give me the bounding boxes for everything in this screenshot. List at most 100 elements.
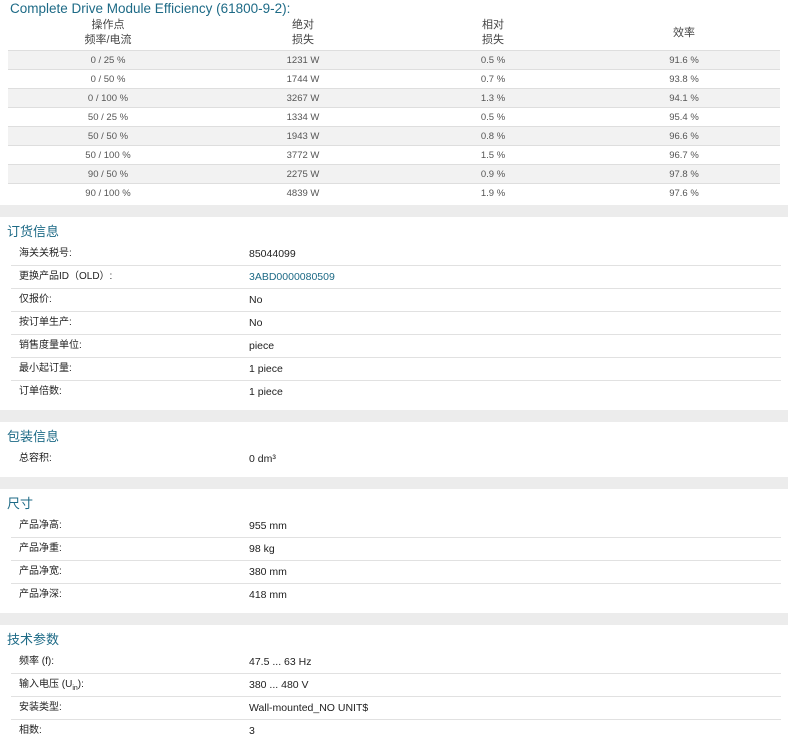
attr-row-phases: 相数: 3 (11, 720, 781, 742)
cell: 1744 W (208, 69, 398, 89)
attr-row-total-volume: 总容积: 0 dm³ (11, 448, 781, 470)
cell: 1.9 % (398, 183, 588, 202)
cell: 0 / 50 % (8, 69, 208, 89)
attr-row-frequency: 频率 (f): 47.5 ... 63 Hz (11, 651, 781, 674)
attr-row-sales-unit: 销售度量单位: piece (11, 335, 781, 358)
section-divider (0, 477, 788, 489)
attr-row-net-depth: 产品净深: 418 mm (11, 584, 781, 606)
attr-row-net-weight: 产品净重: 98 kg (11, 538, 781, 561)
efficiency-header-row: 操作点 频率/电流 绝对 损失 相对 损失 效率 (8, 16, 780, 51)
cell: 0 / 100 % (8, 88, 208, 108)
cell: 4839 W (208, 183, 398, 202)
attr-row-input-voltage: 输入电压 (Uin): 380 ... 480 V (11, 674, 781, 697)
attr-key: 最小起订量: (19, 363, 72, 374)
attr-row-quote-only: 仅报价: No (11, 289, 781, 312)
efficiency-section: Complete Drive Module Efficiency (61800-… (0, 0, 788, 205)
attr-key: 频率 (f): (19, 656, 54, 667)
table-row: 50 / 100 % 3772 W 1.5 % 96.7 % (8, 145, 780, 165)
attr-row-min-order: 最小起订量: 1 piece (11, 358, 781, 381)
attr-key: 总容积: (19, 453, 52, 464)
header-relative-loss: 相对 损失 (482, 19, 504, 46)
attr-row-net-width: 产品净宽: 380 mm (11, 561, 781, 584)
section-title-packaging: 包装信息 (7, 429, 60, 444)
table-row: 50 / 50 % 1943 W 0.8 % 96.6 % (8, 126, 780, 146)
table-row: 0 / 25 % 1231 W 0.5 % 91.6 % (8, 50, 780, 70)
cell: 1231 W (208, 50, 398, 70)
cell: 1943 W (208, 126, 398, 146)
cell: 2275 W (208, 164, 398, 184)
cell: 0.8 % (398, 126, 588, 146)
attr-value: 1 piece (249, 363, 283, 375)
efficiency-table: 操作点 频率/电流 绝对 损失 相对 损失 效率 0 / 25 % 1231 W 0.5 … (8, 16, 780, 202)
cell: 97.6 % (588, 183, 780, 202)
section-divider (0, 205, 788, 217)
attr-key: 产品净重: (19, 543, 62, 554)
attr-value: 955 mm (249, 520, 287, 532)
attr-key: 产品净深: (19, 589, 62, 600)
attr-row-mounting-type: 安装类型: Wall-mounted_NO UNIT$ (11, 697, 781, 720)
cell: 90 / 100 % (8, 183, 208, 202)
attr-value: Wall-mounted_NO UNIT$ (249, 702, 369, 714)
section-divider (0, 613, 788, 625)
table-row: 50 / 25 % 1334 W 0.5 % 95.4 % (8, 107, 780, 127)
cell: 96.6 % (588, 126, 780, 146)
dimensions-section: 尺寸 产品净高: 955 mm 产品净重: 98 kg 产品净宽: 380 mm 产品… (0, 493, 788, 606)
attr-key: 海关关税号: (19, 248, 72, 259)
efficiency-title: Complete Drive Module Efficiency (61800-… (10, 1, 291, 16)
cell: 90 / 50 % (8, 164, 208, 184)
header-efficiency: 效率 (673, 26, 695, 39)
cell: 94.1 % (588, 88, 780, 108)
technical-section: 技术参数 频率 (f): 47.5 ... 63 Hz 输入电压 (Uin): 38… (0, 629, 788, 742)
attr-value: piece (249, 340, 275, 352)
cell: 0.5 % (398, 50, 588, 70)
cell: 50 / 50 % (8, 126, 208, 146)
ordering-section: 订货信息 海关关税号: 85044099 更换产品ID（OLD）: 3ABD0000… (0, 221, 788, 403)
header-absolute-loss: 绝对 损失 (292, 19, 314, 46)
attr-value: 3 (249, 725, 255, 737)
attr-key: 订单倍数: (19, 386, 62, 397)
attr-key: 安装类型: (19, 702, 62, 713)
cell: 1.5 % (398, 145, 588, 165)
packaging-section: 包装信息 总容积: 0 dm³ (0, 426, 788, 470)
attr-row-replacement-id: 更换产品ID（OLD）: 3ABD0000080509 (11, 266, 781, 289)
table-row: 0 / 100 % 3267 W 1.3 % 94.1 % (8, 88, 780, 108)
cell: 0.9 % (398, 164, 588, 184)
attr-key: 相数: (19, 725, 42, 736)
cell: 95.4 % (588, 107, 780, 127)
attr-value: 98 kg (249, 543, 275, 555)
section-title-technical: 技术参数 (7, 632, 60, 647)
attr-value: No (249, 294, 263, 306)
header-operating-point: 操作点 频率/电流 (84, 19, 132, 46)
attr-value: 418 mm (249, 589, 287, 601)
attr-row-net-height: 产品净高: 955 mm (11, 515, 781, 538)
cell: 1.3 % (398, 88, 588, 108)
attr-value: No (249, 317, 263, 329)
cell: 93.8 % (588, 69, 780, 89)
table-row: 0 / 50 % 1744 W 0.7 % 93.8 % (8, 69, 780, 89)
attr-value: 47.5 ... 63 Hz (249, 656, 312, 668)
attr-value: 380 ... 480 V (249, 679, 309, 691)
cell: 0.7 % (398, 69, 588, 89)
attr-value: 85044099 (249, 248, 296, 260)
cell: 3267 W (208, 88, 398, 108)
attr-key: 产品净高: (19, 520, 62, 531)
attr-key: 产品净宽: (19, 566, 62, 577)
attr-key: 销售度量单位: (19, 340, 82, 351)
cell: 50 / 100 % (8, 145, 208, 165)
table-row: 90 / 50 % 2275 W 0.9 % 97.8 % (8, 164, 780, 184)
cell: 3772 W (208, 145, 398, 165)
section-divider (0, 410, 788, 422)
cell: 1334 W (208, 107, 398, 127)
attr-row-customs-tariff: 海关关税号: 85044099 (11, 243, 781, 266)
section-title-ordering: 订货信息 (7, 224, 60, 239)
cell: 0.5 % (398, 107, 588, 127)
cell: 50 / 25 % (8, 107, 208, 127)
cell: 0 / 25 % (8, 50, 208, 70)
section-title-dimensions: 尺寸 (7, 496, 34, 511)
cell: 91.6 % (588, 50, 780, 70)
cell: 96.7 % (588, 145, 780, 165)
attr-row-made-to-order: 按订单生产: No (11, 312, 781, 335)
replacement-product-link[interactable]: 3ABD0000080509 (249, 266, 335, 288)
attr-key: 按订单生产: (19, 317, 72, 328)
attr-row-order-multiple: 订单倍数: 1 piece (11, 381, 781, 403)
